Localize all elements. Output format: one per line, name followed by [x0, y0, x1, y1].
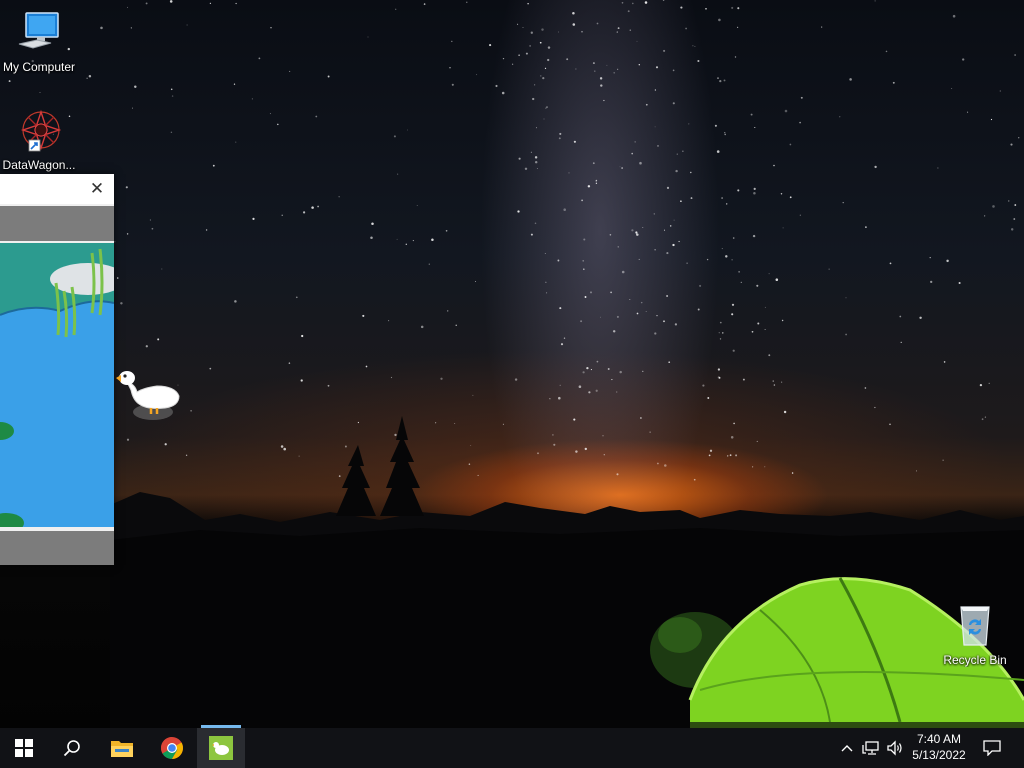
window-toolbar-band	[0, 206, 114, 241]
chrome-icon	[161, 737, 183, 759]
tray-network[interactable]	[859, 728, 883, 768]
taskbar-desktop-goose[interactable]	[197, 728, 245, 768]
desktop-icon-my-computer[interactable]: My Computer	[0, 10, 79, 74]
desktop-icon-label: Recycle Bin	[943, 653, 1007, 667]
taskbar-chrome[interactable]	[148, 728, 196, 768]
goose-app-icon	[209, 736, 233, 760]
action-center-icon	[983, 740, 1001, 756]
taskbar-file-explorer[interactable]	[98, 728, 146, 768]
volume-icon	[887, 740, 902, 756]
start-button[interactable]	[0, 728, 48, 768]
chevron-up-icon	[841, 745, 853, 752]
datawagon-shortcut-icon	[17, 108, 62, 152]
desktop-icon-recycle-bin[interactable]: Recycle Bin	[935, 603, 1015, 667]
desktop-icon-label: DataWagon...	[2, 158, 76, 172]
desktop-goose[interactable]	[113, 364, 183, 422]
tray-overflow-button[interactable]	[836, 728, 858, 768]
goose-image-window[interactable]: ✕	[0, 174, 114, 565]
pond-image	[0, 243, 114, 527]
window-status-band	[0, 531, 114, 565]
tray-volume[interactable]	[883, 728, 907, 768]
windows-start-icon	[15, 739, 33, 757]
close-icon[interactable]: ✕	[86, 178, 108, 200]
search-icon	[63, 740, 80, 757]
file-explorer-icon	[111, 741, 133, 757]
clock-date: 5/13/2022	[912, 748, 966, 762]
action-center-button[interactable]	[978, 728, 1006, 768]
taskbar-clock[interactable]: 7:40 AM 5/13/2022	[905, 731, 973, 763]
clock-time: 7:40 AM	[916, 732, 962, 746]
active-app-indicator	[201, 725, 241, 728]
network-icon	[862, 741, 879, 755]
computer-icon	[17, 10, 61, 54]
recycle-bin-icon	[953, 603, 997, 647]
desktop-icon-label: My Computer	[2, 60, 76, 74]
desktop-icon-datawagon[interactable]: DataWagon...	[0, 108, 79, 172]
window-titlebar[interactable]: ✕	[0, 174, 114, 204]
taskbar	[0, 728, 1024, 768]
search-button[interactable]	[48, 728, 96, 768]
